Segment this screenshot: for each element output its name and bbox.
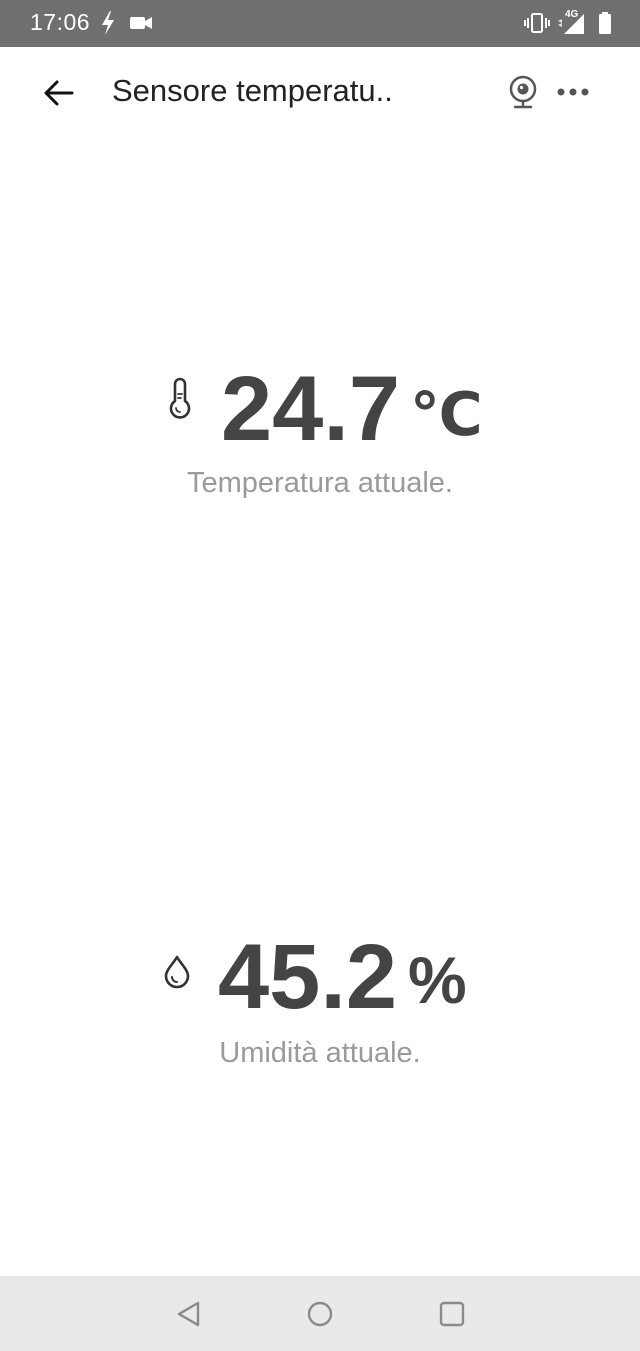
video-record-icon bbox=[130, 17, 152, 29]
page-title: Sensore temperatu.. bbox=[112, 73, 393, 108]
nav-back-icon bbox=[177, 1301, 200, 1327]
system-nav-bar bbox=[0, 1276, 640, 1351]
vibrate-icon bbox=[524, 13, 550, 33]
temperature-reading: 24.7 ℃ Temperatura attuale. bbox=[0, 355, 640, 515]
humidity-label: Umidità attuale. bbox=[219, 1037, 421, 1069]
humidity-unit: % bbox=[408, 943, 467, 1017]
back-button[interactable] bbox=[40, 75, 80, 111]
camera-button[interactable] bbox=[506, 74, 540, 110]
flash-icon bbox=[102, 11, 114, 35]
thermometer-icon bbox=[169, 377, 191, 419]
temperature-unit: ℃ bbox=[410, 380, 483, 450]
temperature-value: 24.7 bbox=[221, 358, 401, 460]
app-bar: Sensore temperatu.. bbox=[0, 47, 640, 139]
more-horizontal-icon bbox=[557, 88, 589, 96]
nav-recents-icon bbox=[439, 1301, 465, 1327]
screen: 17:06 4G Sensore temperatu.. 24.7 ℃ Temp… bbox=[0, 0, 640, 1351]
webcam-icon bbox=[509, 75, 537, 109]
back-arrow-icon bbox=[44, 80, 74, 106]
humidity-value: 45.2 bbox=[218, 926, 398, 1028]
nav-back-button[interactable] bbox=[173, 1298, 205, 1330]
status-bar: 17:06 4G bbox=[0, 0, 640, 47]
nav-home-button[interactable] bbox=[304, 1298, 336, 1330]
nav-recents-button[interactable] bbox=[436, 1298, 468, 1330]
battery-icon bbox=[599, 12, 611, 34]
humidity-reading: 45.2 % Umidità attuale. bbox=[0, 925, 640, 1085]
signal-icon bbox=[558, 14, 584, 34]
temperature-label: Temperatura attuale. bbox=[187, 467, 453, 499]
status-time: 17:06 bbox=[30, 9, 91, 35]
temperature-row: 24.7 ℃ bbox=[0, 355, 640, 455]
water-drop-icon bbox=[164, 955, 190, 989]
more-button[interactable] bbox=[555, 81, 591, 103]
nav-home-icon bbox=[307, 1301, 333, 1327]
humidity-row: 45.2 % bbox=[0, 925, 640, 1025]
